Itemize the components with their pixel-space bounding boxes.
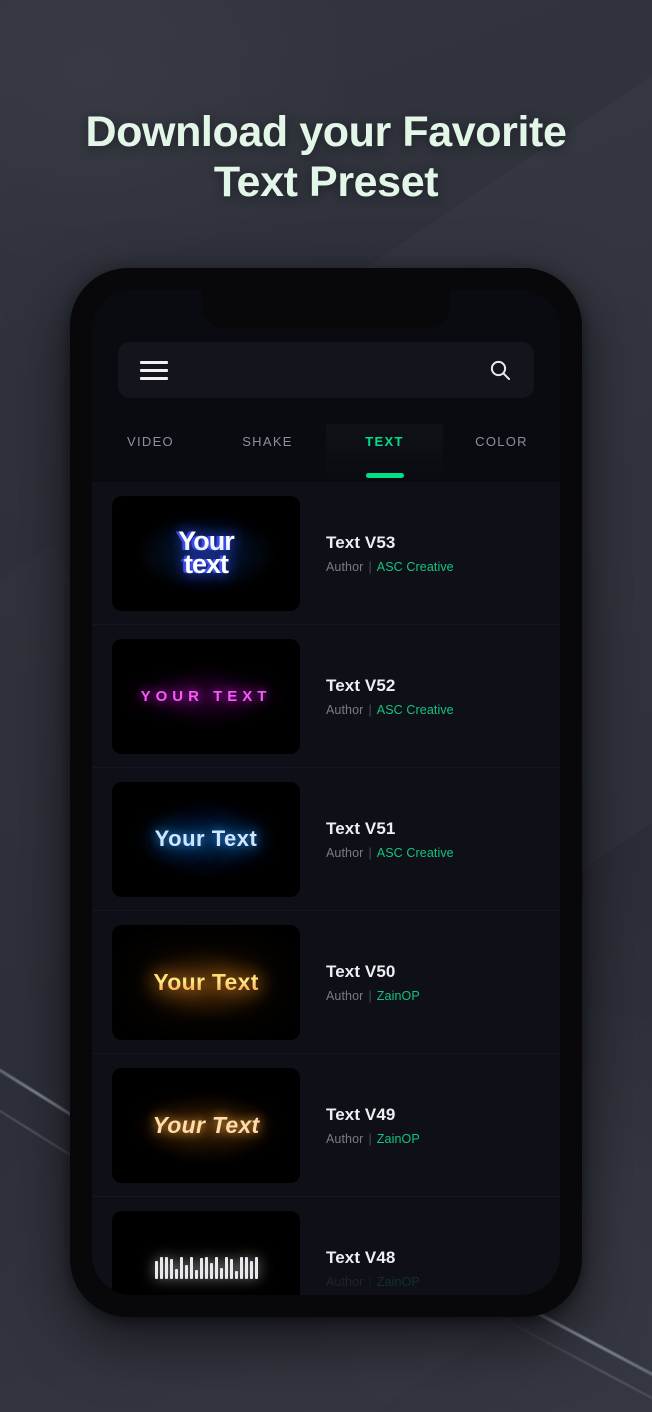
preset-author-line: Author | ASC Creative — [326, 703, 454, 717]
phone-screen: VIDEO SHAKE TEXT COLOR Your text Text V5… — [92, 290, 560, 1295]
thumbnail-preview-text: Your text — [178, 527, 234, 579]
preset-meta: Text V49 Author | ZainOP — [300, 1105, 420, 1146]
preset-title: Text V53 — [326, 532, 396, 552]
tab-color-label: COLOR — [475, 434, 528, 449]
tab-color[interactable]: COLOR — [443, 424, 560, 482]
author-separator: | — [368, 702, 372, 717]
author-label: Author — [326, 559, 364, 574]
preset-author-line: Author | ZainOP — [326, 989, 420, 1003]
preset-author-line: Author | ASC Creative — [326, 560, 454, 574]
thumbnail-text-line-2: text — [183, 549, 229, 579]
page-headline: Download your Favorite Text Preset — [0, 108, 652, 208]
preset-author-line: Author | ZainOP — [326, 1132, 420, 1146]
thumbnail-preview-text: Your Text — [152, 1111, 260, 1138]
preset-meta: Text V48 Author | ZainOP — [300, 1248, 420, 1289]
headline-line-2: Text Preset — [213, 157, 439, 206]
preset-meta: Text V51 Author | ASC Creative — [300, 819, 454, 860]
tab-text-label: TEXT — [365, 434, 404, 449]
preset-list[interactable]: Your text Text V53 Author | ASC Creative — [92, 482, 560, 1295]
author-label: Author — [326, 988, 364, 1003]
author-label: Author — [326, 1274, 364, 1289]
preset-meta: Text V50 Author | ZainOP — [300, 962, 420, 1003]
tab-shake[interactable]: SHAKE — [209, 424, 326, 482]
list-item[interactable]: Your Text Text V51 Author | ASC Creative — [92, 768, 560, 911]
author-name[interactable]: ASC Creative — [377, 560, 454, 574]
phone-mockup-frame: VIDEO SHAKE TEXT COLOR Your text Text V5… — [70, 268, 582, 1317]
author-name[interactable]: ZainOP — [377, 1275, 420, 1289]
hamburger-menu-icon[interactable] — [140, 360, 168, 380]
search-icon[interactable] — [488, 358, 512, 382]
preset-meta: Text V52 Author | ASC Creative — [300, 676, 454, 717]
preset-title: Text V48 — [326, 1247, 396, 1267]
preset-thumbnail[interactable]: Your Text — [112, 1067, 300, 1183]
preset-thumbnail[interactable]: Your Text — [112, 924, 300, 1040]
author-label: Author — [326, 1131, 364, 1146]
preset-thumbnail[interactable]: YOUR TEXT — [112, 638, 300, 754]
preset-thumbnail[interactable]: Your text — [112, 495, 300, 611]
tab-video[interactable]: VIDEO — [92, 424, 209, 482]
tab-video-label: VIDEO — [127, 434, 174, 449]
author-name[interactable]: ASC Creative — [377, 846, 454, 860]
list-item[interactable]: Your Text Text V49 Author | ZainOP — [92, 1054, 560, 1197]
preset-meta: Text V53 Author | ASC Creative — [300, 533, 454, 574]
preset-thumbnail[interactable] — [112, 1210, 300, 1295]
author-name[interactable]: ZainOP — [377, 989, 420, 1003]
thumbnail-preview-text: Your Text — [153, 968, 259, 995]
preset-title: Text V50 — [326, 961, 396, 981]
category-tab-bar: VIDEO SHAKE TEXT COLOR — [92, 424, 560, 482]
author-label: Author — [326, 845, 364, 860]
list-item[interactable]: YOUR TEXT Text V52 Author | ASC Creative — [92, 625, 560, 768]
phone-notch — [202, 290, 450, 328]
list-item[interactable]: Your text Text V53 Author | ASC Creative — [92, 482, 560, 625]
author-label: Author — [326, 702, 364, 717]
preset-thumbnail[interactable]: Your Text — [112, 781, 300, 897]
list-item[interactable]: Your Text Text V50 Author | ZainOP — [92, 911, 560, 1054]
barcode-icon — [154, 1257, 258, 1279]
author-separator: | — [368, 1131, 372, 1146]
tab-shake-label: SHAKE — [242, 434, 293, 449]
search-bar[interactable] — [118, 342, 534, 398]
author-separator: | — [368, 559, 372, 574]
list-item[interactable]: Text V48 Author | ZainOP — [92, 1197, 560, 1295]
preset-title: Text V51 — [326, 818, 396, 838]
headline-line-1: Download your Favorite — [85, 108, 567, 156]
tab-active-underline — [365, 473, 404, 478]
author-name[interactable]: ASC Creative — [377, 703, 454, 717]
author-separator: | — [368, 1274, 372, 1289]
preset-author-line: Author | ZainOP — [326, 1275, 420, 1289]
preset-author-line: Author | ASC Creative — [326, 846, 454, 860]
author-name[interactable]: ZainOP — [377, 1132, 420, 1146]
thumbnail-preview-text: Your Text — [154, 826, 258, 851]
tab-text[interactable]: TEXT — [326, 424, 443, 482]
preset-title: Text V52 — [326, 675, 396, 695]
app-container: VIDEO SHAKE TEXT COLOR Your text Text V5… — [92, 290, 560, 1295]
preset-title: Text V49 — [326, 1104, 396, 1124]
author-separator: | — [368, 845, 372, 860]
thumbnail-preview-text: YOUR TEXT — [140, 687, 272, 705]
author-separator: | — [368, 988, 372, 1003]
